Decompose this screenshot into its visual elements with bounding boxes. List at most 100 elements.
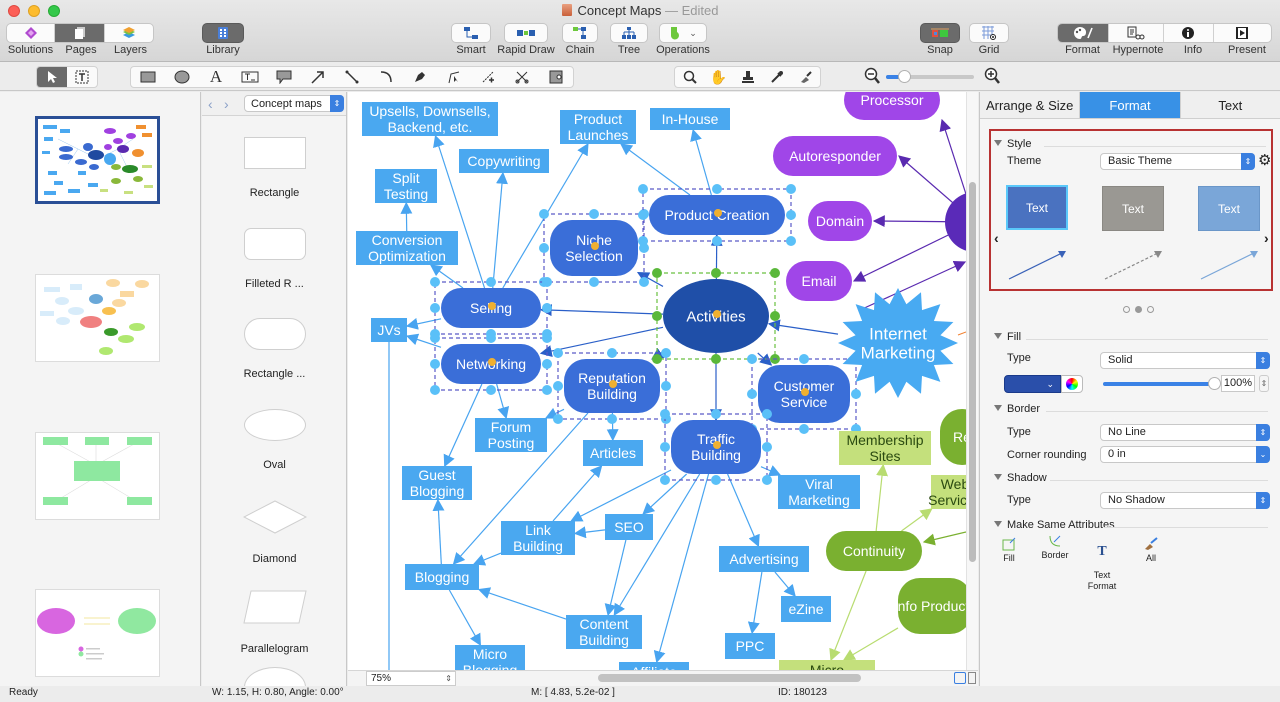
text-anchor-handle[interactable] — [713, 310, 721, 318]
node-viral[interactable]: ViralMarketing — [778, 475, 860, 509]
theme-select[interactable]: Basic Theme ⇕ — [1100, 153, 1255, 170]
rectangle-tool[interactable] — [131, 67, 165, 87]
library-item-filleted-rectangle[interactable]: Filleted R ... — [202, 228, 346, 290]
node-processor[interactable]: Processor — [844, 92, 940, 120]
text-anchor-handle[interactable] — [488, 358, 496, 366]
zoom-out-button[interactable] — [864, 67, 880, 88]
back-arrow-icon[interactable]: ‹ — [208, 96, 224, 112]
connection-handle[interactable] — [430, 303, 440, 313]
style-section-header[interactable]: Style — [994, 138, 1031, 150]
node-micro-green[interactable]: Micro — [779, 660, 875, 670]
connection-handle[interactable] — [799, 424, 809, 434]
selection-handle[interactable] — [652, 354, 662, 364]
zoom-in-button[interactable] — [984, 67, 1000, 88]
node-networking[interactable]: Networking — [430, 333, 552, 395]
connection-handle[interactable] — [430, 333, 440, 343]
connection-handle[interactable] — [661, 348, 671, 358]
vertical-scrollbar[interactable] — [966, 92, 978, 670]
library-button[interactable] — [202, 23, 244, 43]
node-conversion[interactable]: ConversionOptimization — [356, 231, 458, 265]
connection-handle[interactable] — [553, 414, 563, 424]
make-same-fill-button[interactable]: Fill — [998, 537, 1020, 563]
node-info-products[interactable]: Info Products — [894, 578, 966, 634]
pages-button[interactable] — [55, 24, 105, 42]
horizontal-scroll-thumb[interactable] — [598, 674, 861, 682]
rapid-draw-button[interactable] — [504, 23, 548, 43]
arrow-tool[interactable] — [301, 67, 335, 87]
connection-handle[interactable] — [747, 389, 757, 399]
text-tool[interactable]: A — [199, 67, 233, 87]
connection-handle[interactable] — [786, 236, 796, 246]
connection-handle[interactable] — [660, 409, 670, 419]
shadow-type-select[interactable]: No Shadow ⇕ — [1100, 492, 1270, 509]
pen-tool[interactable] — [403, 67, 437, 87]
line-tool[interactable] — [335, 67, 369, 87]
node-seo[interactable]: SEO — [605, 514, 653, 540]
connection-handle[interactable] — [589, 277, 599, 287]
connection-handle[interactable] — [712, 236, 722, 246]
operations-button[interactable]: ⌄ — [659, 23, 707, 43]
opacity-slider[interactable] — [1103, 382, 1213, 386]
make-same-text-format-button[interactable]: T Text Format — [1084, 534, 1120, 603]
border-section-header[interactable]: Border — [994, 403, 1040, 415]
connection-handle[interactable] — [639, 277, 649, 287]
node-autoresponder[interactable]: Autoresponder — [773, 136, 897, 176]
fill-section-header[interactable]: Fill — [994, 331, 1021, 343]
text-block-tool[interactable] — [233, 67, 267, 87]
fill-type-select[interactable]: Solid ⇕ — [1100, 352, 1270, 369]
node-selling[interactable]: Selling — [430, 277, 552, 339]
page-thumbnail-2[interactable] — [35, 274, 160, 362]
connection-handle[interactable] — [430, 385, 440, 395]
node-forum[interactable]: ForumPosting — [475, 418, 547, 452]
node-in-house[interactable]: In-House — [650, 108, 730, 130]
node-advertising[interactable]: Advertising — [719, 546, 809, 572]
connection-handle[interactable] — [638, 236, 648, 246]
connection-handle[interactable] — [486, 333, 496, 343]
style-swatch-1[interactable]: Text — [1006, 185, 1068, 230]
connection-handle[interactable] — [430, 277, 440, 287]
node-ppc[interactable]: PPC — [725, 633, 775, 659]
add-point-tool[interactable] — [471, 67, 505, 87]
chevron-left-icon[interactable]: ‹ — [994, 230, 999, 246]
node-product-launches[interactable]: ProductLaunches — [560, 110, 636, 144]
page-thumbnail-4[interactable] — [35, 589, 160, 677]
tab-format[interactable]: Format — [1080, 92, 1181, 118]
library-item-partial-shape[interactable] — [244, 667, 306, 686]
connector-style-2-icon[interactable] — [1102, 244, 1166, 284]
chain-button[interactable] — [562, 23, 598, 43]
grid-button[interactable] — [969, 23, 1009, 43]
hand-tool[interactable]: ✋ — [704, 67, 733, 87]
chevron-right-icon[interactable]: › — [1264, 230, 1269, 246]
make-same-section-header[interactable]: Make Same Attributes — [994, 519, 1115, 531]
diagram-canvas[interactable]: Upsells, Downsells, Backend, etc. Product L… — [348, 92, 966, 670]
color-picker-button[interactable] — [1061, 375, 1083, 393]
make-same-border-button[interactable]: Border — [1040, 534, 1070, 560]
node-affiliate[interactable]: Affiliate — [619, 662, 689, 670]
node-micro-blogging[interactable]: MicroBlogging — [455, 645, 525, 670]
connection-handle[interactable] — [851, 389, 861, 399]
zoom-slider[interactable] — [886, 70, 974, 83]
node-membership[interactable]: MembershipSites — [839, 431, 931, 465]
node-domain[interactable]: Domain — [808, 201, 872, 241]
library-select[interactable]: Concept maps ⇕ — [244, 95, 344, 112]
opacity-stepper[interactable]: ⇕ — [1259, 375, 1269, 392]
smart-button[interactable] — [451, 23, 491, 43]
page-dot[interactable] — [1147, 306, 1154, 313]
node-jvs[interactable]: JVs — [371, 318, 407, 342]
library-item-parallelogram[interactable]: Parallelogram — [202, 590, 346, 655]
callout-tool[interactable] — [267, 67, 301, 87]
node-product-creation[interactable]: Product Creation — [638, 184, 796, 246]
format-button[interactable] — [1058, 24, 1109, 42]
text-box-select-tool[interactable] — [67, 67, 97, 87]
page-dot-active[interactable] — [1135, 306, 1142, 313]
connection-handle[interactable] — [799, 354, 809, 364]
node-traffic[interactable]: TrafficBuilding — [660, 409, 772, 485]
connection-handle[interactable] — [661, 381, 671, 391]
connector-style-3-icon[interactable] — [1198, 244, 1262, 284]
hypernote-button[interactable] — [1109, 24, 1165, 42]
node-upsells[interactable]: Upsells, Downsells,Backend, etc. — [362, 102, 498, 136]
format-painter-tool[interactable] — [791, 67, 820, 87]
connection-handle[interactable] — [607, 348, 617, 358]
present-button[interactable] — [1214, 24, 1271, 42]
text-anchor-handle[interactable] — [488, 302, 496, 310]
